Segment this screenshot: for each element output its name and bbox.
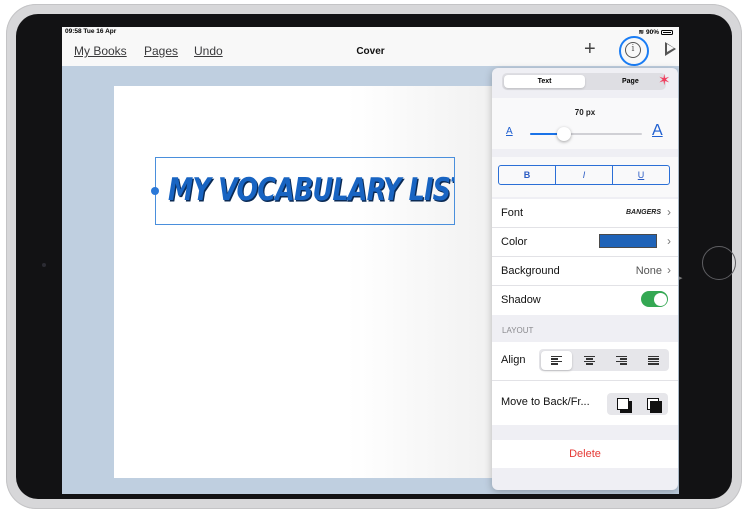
delete-row[interactable]: Delete <box>492 440 678 468</box>
align-left-button[interactable] <box>540 350 573 370</box>
home-button[interactable] <box>702 246 736 280</box>
align-label: Align <box>501 354 526 366</box>
resize-handle[interactable] <box>151 187 159 195</box>
add-icon[interactable]: + <box>584 39 596 59</box>
chevron-right-icon: › <box>667 263 671 277</box>
align-justify-button[interactable] <box>637 349 669 371</box>
align-center-icon <box>584 355 596 365</box>
font-size-slider[interactable] <box>530 127 642 141</box>
shadow-label: Shadow <box>501 294 541 306</box>
move-row: Move to Back/Fr... <box>492 381 678 425</box>
text-properties-panel: Text Page ✶ 70 px A A B I U Font BANGERS <box>492 68 678 490</box>
properties-list: Font BANGERS › Color › Background None ›… <box>492 199 678 315</box>
font-size-value: 70 px <box>574 108 596 117</box>
chevron-right-icon: › <box>667 234 671 248</box>
color-swatch[interactable] <box>599 234 657 248</box>
side-arrow-icon: ▸ <box>679 275 683 282</box>
selected-text-box[interactable]: MY VOCABULARY LIST <box>155 157 455 225</box>
send-back-front-square <box>617 398 629 410</box>
battery-icon <box>661 29 673 35</box>
font-row[interactable]: Font BANGERS › <box>492 199 678 228</box>
status-time: 09:58 Tue 16 Apr <box>65 28 117 35</box>
underline-button[interactable]: U <box>613 166 669 184</box>
font-label: Font <box>501 207 524 219</box>
shadow-toggle[interactable] <box>641 291 668 307</box>
bold-button[interactable]: B <box>499 166 556 184</box>
slider-thumb[interactable] <box>556 127 571 141</box>
align-buttons <box>539 349 669 371</box>
play-icon[interactable] <box>665 42 676 56</box>
increase-size-icon[interactable]: A <box>652 122 663 140</box>
tab-page[interactable]: Page <box>622 75 639 88</box>
title-text[interactable]: MY VOCABULARY LIST <box>168 172 454 208</box>
status-right: ≋ 90% <box>639 28 673 36</box>
chevron-right-icon: › <box>667 205 671 219</box>
italic-button[interactable]: I <box>556 166 613 184</box>
align-center-button[interactable] <box>574 349 606 371</box>
align-row: Align <box>492 342 678 381</box>
format-card: B I U <box>492 157 678 197</box>
shadow-row: Shadow <box>492 286 678 315</box>
move-label: Move to Back/Fr... <box>501 396 590 408</box>
font-value: BANGERS <box>625 209 661 216</box>
format-buttons: B I U <box>498 165 670 185</box>
book-page[interactable] <box>114 86 504 478</box>
wifi-icon: ≋ <box>638 29 644 36</box>
decrease-size-icon[interactable]: A <box>506 126 513 137</box>
top-bar: 09:58 Tue 16 Apr ≋ 90% My Books Pages Un… <box>62 27 679 66</box>
segmented-control: Text Page ✶ <box>502 72 671 90</box>
color-row[interactable]: Color › <box>492 228 678 257</box>
background-value: None <box>635 265 662 277</box>
background-label: Background <box>501 265 560 277</box>
align-right-button[interactable] <box>606 349 638 371</box>
align-left-icon <box>550 355 562 365</box>
star-icon[interactable]: ✶ <box>658 72 671 89</box>
color-label: Color <box>501 236 528 248</box>
size-card: 70 px A A <box>492 98 678 149</box>
delete-button[interactable]: Delete <box>492 440 678 468</box>
background-row[interactable]: Background None › <box>492 257 678 286</box>
battery-percent: 90% <box>645 28 659 36</box>
tab-text[interactable]: Text <box>504 75 585 88</box>
info-icon[interactable]: i <box>625 42 641 58</box>
bring-front-icon[interactable] <box>650 401 662 413</box>
move-buttons <box>607 393 668 415</box>
align-justify-icon <box>647 355 659 365</box>
layout-header: LAYOUT <box>502 326 534 335</box>
camera <box>42 263 46 267</box>
align-right-icon <box>615 355 627 365</box>
screen: 09:58 Tue 16 Apr ≋ 90% My Books Pages Un… <box>62 27 679 494</box>
